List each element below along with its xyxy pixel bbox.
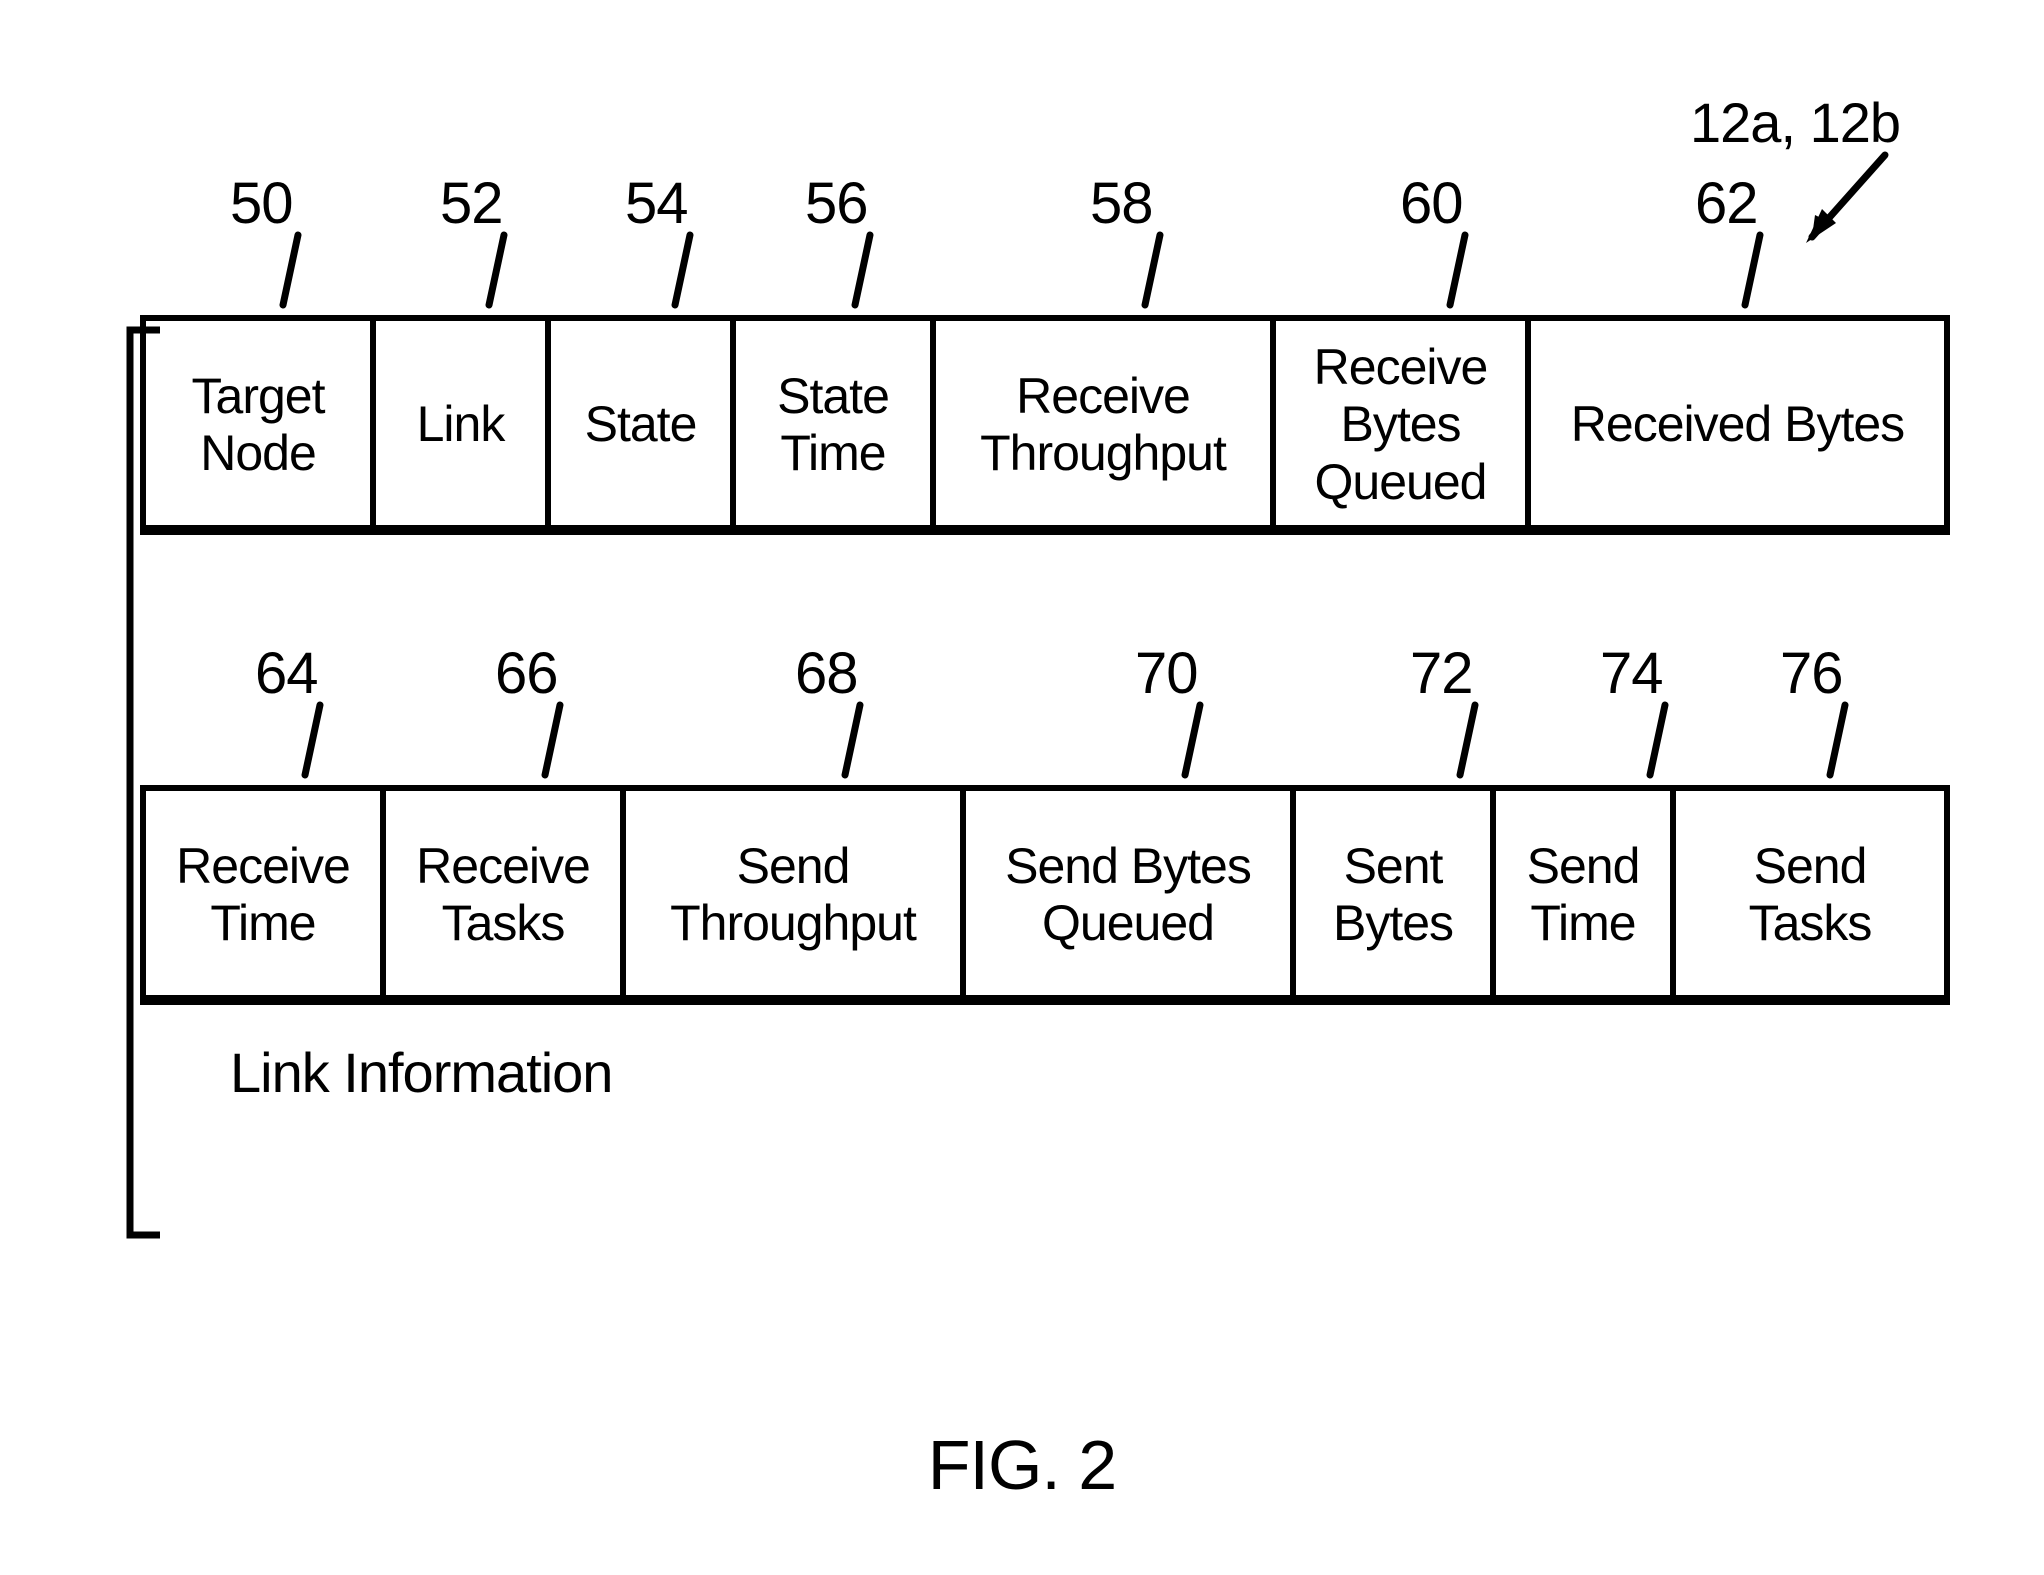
ref-number: 62 [1695, 170, 1758, 237]
ref-number: 66 [495, 640, 558, 707]
field-cell-sent-bytes: Sent Bytes [1296, 791, 1496, 999]
ref-number: 76 [1780, 640, 1843, 707]
ref-number: 54 [625, 170, 688, 237]
ref-number: 50 [230, 170, 293, 237]
ref-number: 68 [795, 640, 858, 707]
field-label: Received Bytes [1571, 396, 1904, 454]
ref-number: 58 [1090, 170, 1153, 237]
field-label: Send Time [1510, 838, 1656, 953]
field-row-2-wrapper: 64 66 68 70 72 74 76 Receive Time Receiv… [80, 785, 1960, 1005]
field-label: State [585, 396, 697, 454]
field-row-1-wrapper: 50 52 54 56 58 60 62 Target Node Link St… [80, 315, 1960, 535]
field-cell-link: Link [376, 321, 551, 529]
field-cell-send-time: Send Time [1496, 791, 1676, 999]
field-label: Send Throughput [640, 838, 946, 953]
field-row: Receive Time Receive Tasks Send Throughp… [140, 785, 1950, 1005]
tick-mark-icon [1140, 230, 1170, 310]
figure-label: FIG. 2 [928, 1425, 1116, 1505]
field-cell-receive-throughput: Receive Throughput [936, 321, 1276, 529]
tick-mark-icon [1740, 230, 1770, 310]
diagram-container: 12a, 12b 50 52 54 56 58 60 62 Target No [80, 90, 1960, 1005]
ref-number: 74 [1600, 640, 1663, 707]
ref-number: 72 [1410, 640, 1473, 707]
field-cell-receive-bytes-queued: Receive Bytes Queued [1276, 321, 1531, 529]
tick-mark-icon [300, 700, 330, 780]
ref-number: 64 [255, 640, 318, 707]
field-label: Receive Time [160, 838, 366, 953]
field-cell-send-bytes-queued: Send Bytes Queued [966, 791, 1296, 999]
ref-number: 60 [1400, 170, 1463, 237]
field-label: Send Tasks [1690, 838, 1930, 953]
caption-label: Link Information [230, 1040, 612, 1105]
tick-mark-icon [278, 230, 308, 310]
tick-mark-icon [1445, 230, 1475, 310]
field-label: State Time [750, 368, 916, 483]
field-label: Receive Tasks [400, 838, 606, 953]
field-label: Target Node [160, 368, 356, 483]
tick-mark-icon [1645, 700, 1675, 780]
field-label: Link [417, 396, 505, 454]
tick-mark-icon [840, 700, 870, 780]
ref-number: 56 [805, 170, 868, 237]
field-cell-received-bytes: Received Bytes [1531, 321, 1944, 529]
tick-mark-icon [540, 700, 570, 780]
ref-number: 52 [440, 170, 503, 237]
field-label: Receive Throughput [950, 368, 1256, 483]
pointer-arrow-icon [1790, 145, 1910, 265]
tick-mark-icon [484, 230, 514, 310]
field-cell-send-throughput: Send Throughput [626, 791, 966, 999]
field-row: Target Node Link State State Time Receiv… [140, 315, 1950, 535]
field-label: Receive Bytes Queued [1290, 339, 1511, 512]
field-cell-state-time: State Time [736, 321, 936, 529]
tick-mark-icon [1180, 700, 1210, 780]
field-label: Send Bytes Queued [980, 838, 1276, 953]
field-cell-receive-tasks: Receive Tasks [386, 791, 626, 999]
field-cell-send-tasks: Send Tasks [1676, 791, 1944, 999]
field-cell-state: State [551, 321, 736, 529]
tick-mark-icon [850, 230, 880, 310]
tick-mark-icon [1455, 700, 1485, 780]
tick-mark-icon [670, 230, 700, 310]
ref-number: 70 [1135, 640, 1198, 707]
field-cell-target-node: Target Node [146, 321, 376, 529]
tick-mark-icon [1825, 700, 1855, 780]
field-cell-receive-time: Receive Time [146, 791, 386, 999]
field-label: Sent Bytes [1310, 838, 1476, 953]
